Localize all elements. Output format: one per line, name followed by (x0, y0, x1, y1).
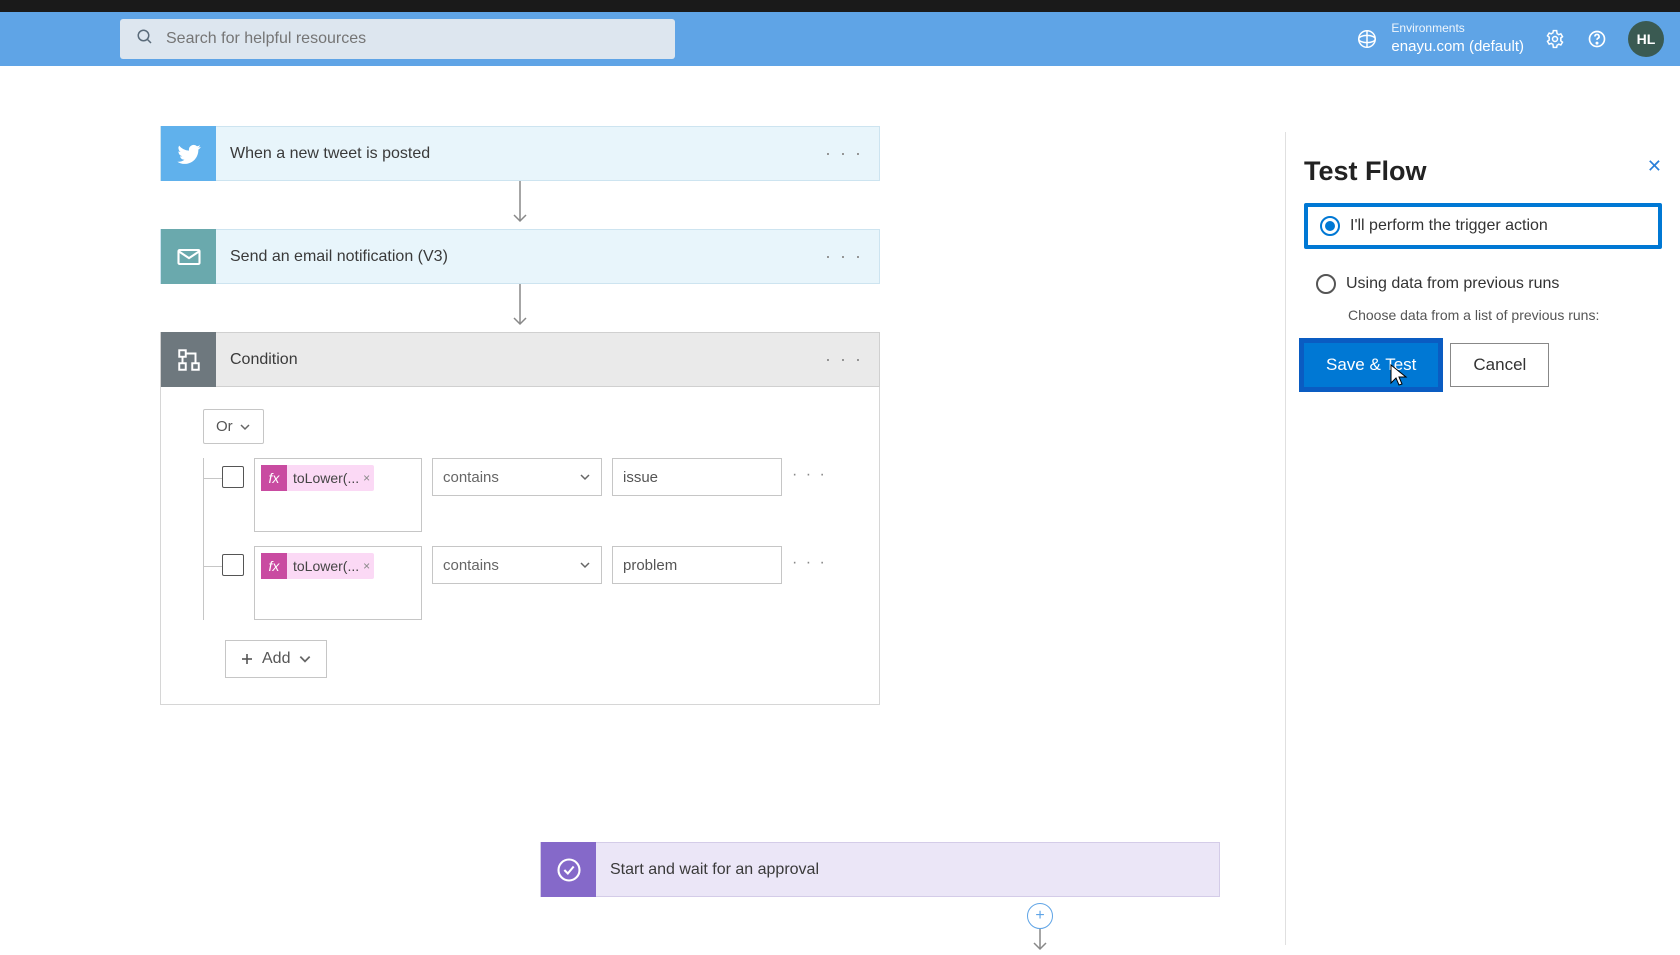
search-input[interactable] (166, 30, 659, 48)
help-icon[interactable] (1586, 28, 1608, 50)
app-header: Environments enayu.com (default) HL (0, 12, 1680, 66)
fx-icon: fx (261, 553, 287, 579)
radio-previous-runs[interactable]: Using data from previous runs (1304, 265, 1662, 303)
condition-row: fx toLower(... × contains · · · (222, 546, 837, 620)
radio-label: I'll perform the trigger action (1350, 217, 1548, 235)
operator-label: contains (443, 557, 499, 574)
expression-text: toLower(... (293, 558, 359, 574)
twitter-icon (161, 126, 216, 181)
condition-icon (161, 332, 216, 387)
condition-title: Condition (230, 351, 298, 369)
expression-input[interactable]: fx toLower(... × (254, 546, 422, 620)
mail-icon (161, 229, 216, 284)
operator-label: contains (443, 469, 499, 486)
environment-icon (1355, 27, 1379, 51)
button-label: Save & Test (1326, 355, 1416, 375)
operator-select[interactable]: contains (432, 546, 602, 584)
radio-icon (1316, 274, 1336, 294)
search-icon (136, 28, 154, 51)
value-input[interactable] (612, 546, 782, 584)
rule-tree: fx toLower(... × contains · · · (203, 458, 837, 620)
row-checkbox[interactable] (222, 554, 244, 576)
trigger-title: When a new tweet is posted (230, 145, 430, 163)
condition-card[interactable]: Condition · · · (160, 332, 880, 387)
add-label: Add (262, 650, 290, 668)
email-action-card[interactable]: Send an email notification (V3) · · · (160, 229, 880, 284)
flow-arrow (160, 284, 880, 332)
flow-arrow (160, 181, 880, 229)
remove-token-icon[interactable]: × (363, 559, 370, 573)
group-operator-label: Or (216, 418, 233, 435)
flow-arrow (1030, 929, 1050, 955)
environment-picker[interactable]: Environments enayu.com (default) (1355, 21, 1524, 56)
chevron-down-icon (298, 652, 312, 666)
button-label: Cancel (1473, 355, 1526, 375)
fx-icon: fx (261, 465, 287, 491)
save-test-button[interactable]: Save & Test (1304, 343, 1438, 387)
expression-token[interactable]: fx toLower(... × (261, 465, 374, 491)
remove-token-icon[interactable]: × (363, 471, 370, 485)
row-menu-icon[interactable]: · · · (792, 554, 827, 572)
radio-subtext: Choose data from a list of previous runs… (1348, 307, 1662, 323)
condition-body: Or fx toLower(... × contains (160, 387, 880, 705)
expression-token[interactable]: fx toLower(... × (261, 553, 374, 579)
expression-input[interactable]: fx toLower(... × (254, 458, 422, 532)
approval-icon (541, 842, 596, 897)
close-icon[interactable]: ✕ (1647, 156, 1662, 177)
chevron-down-icon (239, 421, 251, 433)
chevron-down-icon (579, 559, 591, 571)
environment-name: enayu.com (default) (1391, 37, 1524, 57)
avatar[interactable]: HL (1628, 21, 1664, 57)
approval-title: Start and wait for an approval (610, 861, 819, 879)
approval-card[interactable]: Start and wait for an approval (540, 842, 1220, 897)
radio-icon (1320, 216, 1340, 236)
flow-canvas: When a new tweet is posted · · · Send an… (0, 66, 1680, 945)
row-checkbox[interactable] (222, 466, 244, 488)
search-box[interactable] (120, 19, 675, 59)
card-menu-icon[interactable]: · · · (825, 246, 863, 267)
radio-label: Using data from previous runs (1346, 275, 1559, 293)
card-menu-icon[interactable]: · · · (825, 349, 863, 370)
row-menu-icon[interactable]: · · · (792, 466, 827, 484)
radio-perform-trigger[interactable]: I'll perform the trigger action (1304, 203, 1662, 249)
environment-label: Environments (1391, 21, 1524, 37)
add-condition-button[interactable]: Add (225, 640, 327, 678)
operator-select[interactable]: contains (432, 458, 602, 496)
plus-icon (240, 652, 254, 666)
email-action-title: Send an email notification (V3) (230, 248, 448, 266)
group-operator-select[interactable]: Or (203, 409, 264, 444)
condition-row: fx toLower(... × contains · · · (222, 458, 837, 532)
insert-step-button[interactable]: + (1027, 903, 1053, 929)
trigger-card[interactable]: When a new tweet is posted · · · (160, 126, 880, 181)
browser-chrome (0, 0, 1680, 12)
card-menu-icon[interactable]: · · · (825, 143, 863, 164)
expression-text: toLower(... (293, 470, 359, 486)
gear-icon[interactable] (1544, 28, 1566, 50)
cancel-button[interactable]: Cancel (1450, 343, 1549, 387)
chevron-down-icon (579, 471, 591, 483)
panel-title: Test Flow (1304, 156, 1427, 187)
value-input[interactable] (612, 458, 782, 496)
test-flow-panel: Test Flow ✕ I'll perform the trigger act… (1285, 132, 1680, 945)
